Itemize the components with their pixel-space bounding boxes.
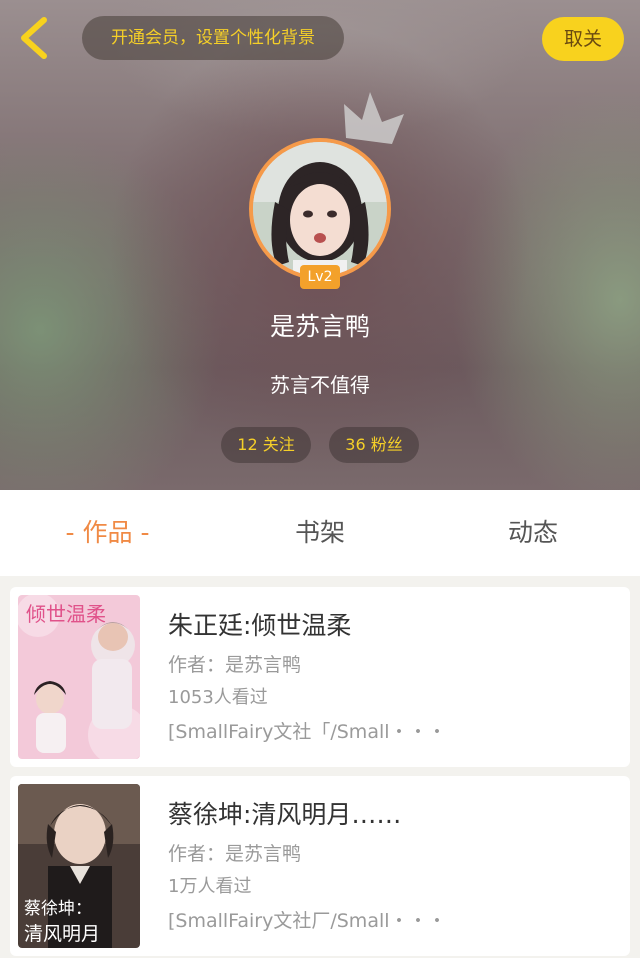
level-badge: Lv2 <box>300 265 340 289</box>
work-card[interactable]: 蔡徐坤： 清风明月 蔡徐坤:清风明月…… 作者：是苏言鸭 1万人看过 [Smal… <box>10 776 630 956</box>
work-views: 1万人看过 <box>168 876 252 897</box>
work-tags: [SmallFairy文社「/Small・・・ <box>168 721 447 743</box>
cover-title-line-2: 清风明月 <box>24 923 100 945</box>
work-title: 蔡徐坤:清风明月…… <box>168 800 402 829</box>
profile-header: 开通会员，设置个性化背景 取关 Lv2 是苏言鸭 苏言不值得 12 关注 36 … <box>0 0 640 490</box>
work-author: 作者：是苏言鸭 <box>168 654 302 676</box>
username: 是苏言鸭 <box>269 312 370 341</box>
avatar[interactable] <box>249 138 391 280</box>
avatar-image <box>253 142 387 276</box>
work-views: 1053人看过 <box>168 687 268 708</box>
profile-tabs: - 作品 - 书架 动态 <box>0 490 640 576</box>
following-count-button[interactable]: 12 关注 <box>221 427 311 463</box>
chevron-left-icon <box>21 17 47 59</box>
user-signature: 苏言不值得 <box>270 373 370 397</box>
crown-icon <box>340 90 410 152</box>
book-cover: 倾世温柔 <box>18 595 140 759</box>
work-tags: [SmallFairy文社厂/Small・・・ <box>168 910 447 932</box>
back-button[interactable] <box>14 14 58 62</box>
tab-activity[interactable]: 动态 <box>463 490 603 576</box>
tab-works[interactable]: - 作品 - <box>35 490 180 576</box>
unfollow-button[interactable]: 取关 <box>542 17 624 61</box>
cover-title-line-1: 蔡徐坤： <box>24 899 92 919</box>
vip-banner-button[interactable]: 开通会员，设置个性化背景 <box>82 16 344 60</box>
cover-title: 倾世温柔 <box>26 602 106 626</box>
work-card[interactable]: 倾世温柔 朱正廷:倾世温柔 作者：是苏言鸭 1053人看过 [SmallFair… <box>10 587 630 767</box>
work-title: 朱正廷:倾世温柔 <box>168 611 352 640</box>
tab-bookshelf[interactable]: 书架 <box>250 490 390 576</box>
book-cover: 蔡徐坤： 清风明月 <box>18 784 140 948</box>
fans-count-button[interactable]: 36 粉丝 <box>329 427 419 463</box>
work-author: 作者：是苏言鸭 <box>168 843 302 865</box>
